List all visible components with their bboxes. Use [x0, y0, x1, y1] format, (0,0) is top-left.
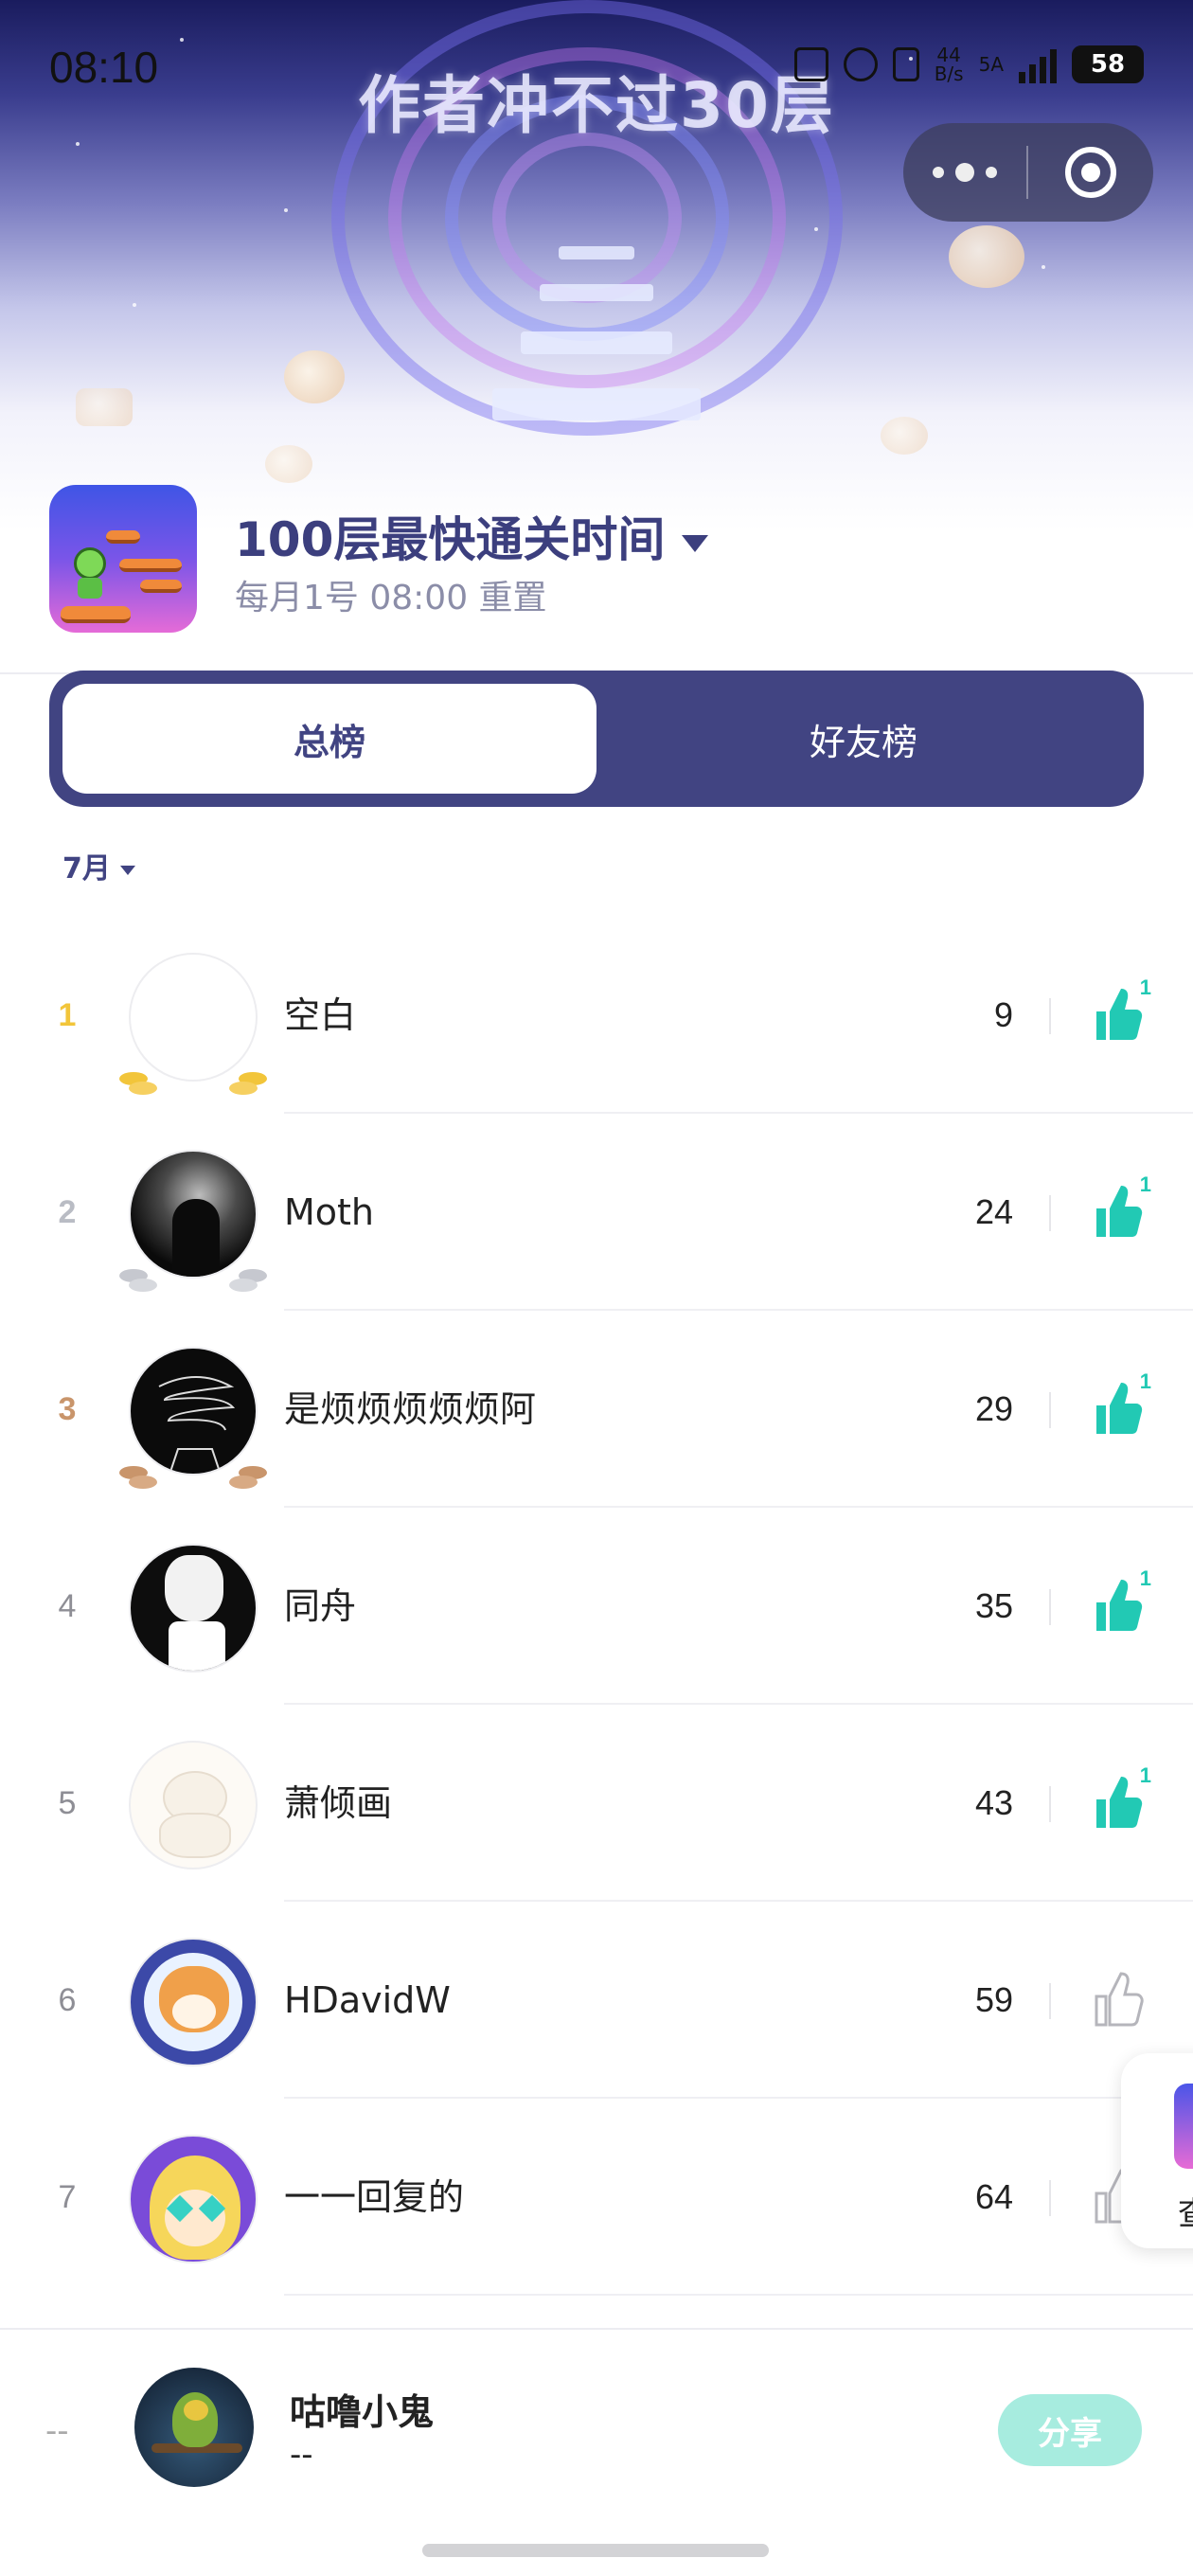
avatar[interactable]	[129, 2135, 258, 2263]
laurel-bronze-icon	[222, 1462, 271, 1491]
avatar[interactable]	[129, 1347, 258, 1476]
floating-card-label: 查	[1178, 2188, 1193, 2234]
my-rank: --	[45, 2412, 69, 2450]
dot-icon	[955, 163, 974, 182]
more-button[interactable]	[903, 163, 1026, 182]
net-speed: 44 B/s	[934, 44, 964, 85]
player-score: 43	[974, 1783, 1013, 1822]
rank-number: 6	[58, 1982, 77, 2018]
player-name: 萧倾画	[284, 1782, 393, 1824]
player-name: 同舟	[284, 1585, 357, 1627]
my-name: 咕噜小鬼	[290, 2391, 435, 2433]
reset-info: 每月1号 08:00 重置	[235, 579, 547, 617]
like-count: 1	[1139, 1369, 1151, 1393]
player-name: 一一回复的	[284, 2176, 465, 2218]
player-name: Moth	[284, 1191, 375, 1233]
target-icon	[1065, 147, 1116, 198]
thumbs-up-icon[interactable]: 1	[1091, 975, 1151, 1044]
table-row[interactable]: 7 一一回复的 64	[0, 2099, 1193, 2296]
my-score: --	[290, 2436, 313, 2474]
leaderboard-tabs: 总榜 好友榜	[49, 671, 1144, 807]
signal-icon	[1019, 45, 1057, 83]
avatar[interactable]	[129, 1938, 258, 2066]
like-count: 1	[1139, 1172, 1151, 1196]
vibrate-icon	[892, 47, 919, 81]
table-row[interactable]: 1 空白 9 1	[0, 917, 1193, 1114]
laurel-silver-icon	[222, 1265, 271, 1294]
board-title: 100层最快通关时间	[235, 512, 666, 567]
alarm-icon	[843, 47, 878, 81]
character-icon	[74, 547, 106, 580]
player-score: 29	[974, 1389, 1013, 1428]
net-type: 5A	[978, 53, 1004, 76]
thumbs-up-icon[interactable]: 1	[1091, 1566, 1151, 1635]
player-name: 空白	[284, 994, 357, 1036]
laurel-silver-icon	[116, 1265, 165, 1294]
rank-number: 4	[58, 1588, 77, 1624]
tab-friends[interactable]: 好友榜	[596, 684, 1131, 794]
player-score: 24	[974, 1192, 1013, 1231]
status-time: 08:10	[49, 43, 159, 92]
table-row[interactable]: 4 同舟 35 1	[0, 1508, 1193, 1705]
game-mini-icon	[1174, 2084, 1193, 2169]
rank-number: 5	[58, 1785, 77, 1821]
laurel-bronze-icon	[116, 1462, 165, 1491]
share-button[interactable]: 分享	[998, 2394, 1142, 2466]
player-score: 35	[974, 1586, 1013, 1625]
month-filter[interactable]: 7月	[62, 845, 135, 886]
player-score: 9	[993, 995, 1013, 1034]
player-score: 59	[974, 1980, 1013, 2019]
thumbs-up-icon[interactable]: 1	[1091, 1172, 1151, 1241]
board-header: 100层最快通关时间 每月1号 08:00 重置	[49, 485, 1148, 636]
board-selector[interactable]: 100层最快通关时间	[235, 502, 709, 570]
thumbs-up-outline-icon[interactable]	[1091, 1968, 1144, 2029]
player-score: 64	[974, 2177, 1013, 2216]
avatar[interactable]	[129, 1741, 258, 1869]
avatar[interactable]	[129, 1544, 258, 1673]
table-row[interactable]: 2 Moth 24 1	[0, 1114, 1193, 1311]
laurel-gold-icon	[116, 1068, 165, 1097]
status-icons: 44 B/s 5A 58	[793, 44, 1144, 85]
floating-game-card[interactable]: 查	[1121, 2053, 1193, 2248]
player-name: 是烦烦烦烦烦阿	[284, 1388, 537, 1430]
miniapp-capsule	[903, 123, 1153, 222]
my-rank-row: -- 咕噜小鬼 -- 分享	[0, 2328, 1193, 2531]
month-label: 7月	[62, 852, 111, 886]
rank-number: 2	[58, 1194, 77, 1230]
table-row[interactable]: 3 是烦烦烦烦烦阿 29 1	[0, 1311, 1193, 1508]
home-indicator[interactable]	[422, 2544, 769, 2557]
close-button[interactable]	[1028, 147, 1153, 198]
tab-overall[interactable]: 总榜	[62, 684, 596, 794]
like-count: 1	[1139, 975, 1151, 999]
nfc-icon	[793, 47, 828, 81]
avatar[interactable]	[129, 1150, 258, 1279]
rank-number: 1	[58, 997, 77, 1033]
dot-icon	[933, 167, 944, 178]
avatar[interactable]	[129, 953, 258, 1082]
laurel-gold-icon	[222, 1068, 271, 1097]
table-row[interactable]: 5 萧倾画 43 1	[0, 1705, 1193, 1902]
player-name: HDavidW	[284, 1979, 451, 2021]
table-row[interactable]: 6 HDavidW 59	[0, 1902, 1193, 2099]
thumbs-up-icon[interactable]: 1	[1091, 1763, 1151, 1832]
rank-number: 3	[58, 1391, 77, 1427]
avatar[interactable]	[134, 2368, 254, 2487]
caret-down-icon	[119, 865, 135, 875]
leaderboard-list: 1 空白 9 1 2 Moth 24 1 3 是烦烦烦烦烦阿 29 1 4 同舟…	[0, 917, 1193, 2296]
caret-down-icon	[682, 534, 709, 552]
dot-icon	[986, 167, 997, 178]
rank-number: 7	[58, 2179, 77, 2215]
battery-icon: 58	[1072, 45, 1144, 83]
like-count: 1	[1139, 1763, 1151, 1787]
game-app-icon	[49, 485, 197, 633]
thumbs-up-icon[interactable]: 1	[1091, 1369, 1151, 1438]
like-count: 1	[1139, 1566, 1151, 1590]
